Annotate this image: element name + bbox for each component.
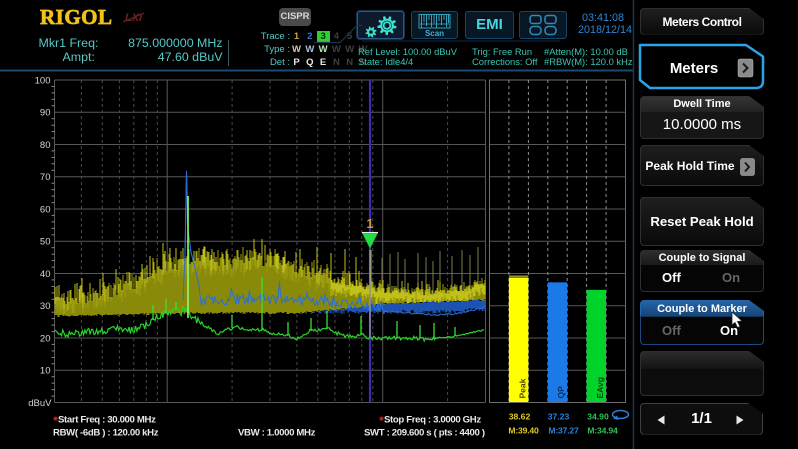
svg-text:80: 80 (40, 140, 51, 151)
svg-text:M:37.27: M:37.27 (548, 426, 579, 436)
svg-text:40: 40 (40, 269, 51, 280)
svg-text:20: 20 (40, 333, 51, 344)
svg-text:M:39.40: M:39.40 (508, 426, 539, 436)
svg-text:70: 70 (40, 172, 51, 183)
svg-text:30: 30 (40, 301, 51, 312)
svg-text:Stop Freq : 3.0000 GHz: Stop Freq : 3.0000 GHz (384, 414, 481, 425)
svg-text:90: 90 (40, 108, 51, 119)
svg-text:Peak: Peak (517, 378, 527, 398)
svg-text:dBuV: dBuV (28, 398, 52, 409)
svg-text:EAvg: EAvg (595, 377, 605, 398)
svg-text:Meters: Meters (670, 60, 718, 77)
svg-text:60: 60 (40, 204, 51, 215)
svg-text:VBW : 1.0000 MHz: VBW : 1.0000 MHz (238, 428, 316, 439)
svg-text:37.23: 37.23 (548, 412, 570, 422)
svg-text:1: 1 (367, 217, 374, 231)
svg-text:38.62: 38.62 (509, 412, 531, 422)
svg-text:50: 50 (40, 237, 51, 248)
svg-text:M:34.94: M:34.94 (587, 426, 618, 436)
svg-text:RBW( -6dB ) : 120.00 kHz: RBW( -6dB ) : 120.00 kHz (53, 428, 159, 439)
svg-text:Start Freq : 30.000 MHz: Start Freq : 30.000 MHz (58, 414, 156, 425)
svg-text:34.90: 34.90 (587, 412, 609, 422)
svg-text:SWT : 209.600 s ( pts : 4400 ): SWT : 209.600 s ( pts : 4400 ) (364, 428, 485, 439)
svg-text:100: 100 (35, 75, 51, 86)
svg-text:10: 10 (40, 366, 51, 377)
svg-text:QP: QP (556, 386, 566, 399)
